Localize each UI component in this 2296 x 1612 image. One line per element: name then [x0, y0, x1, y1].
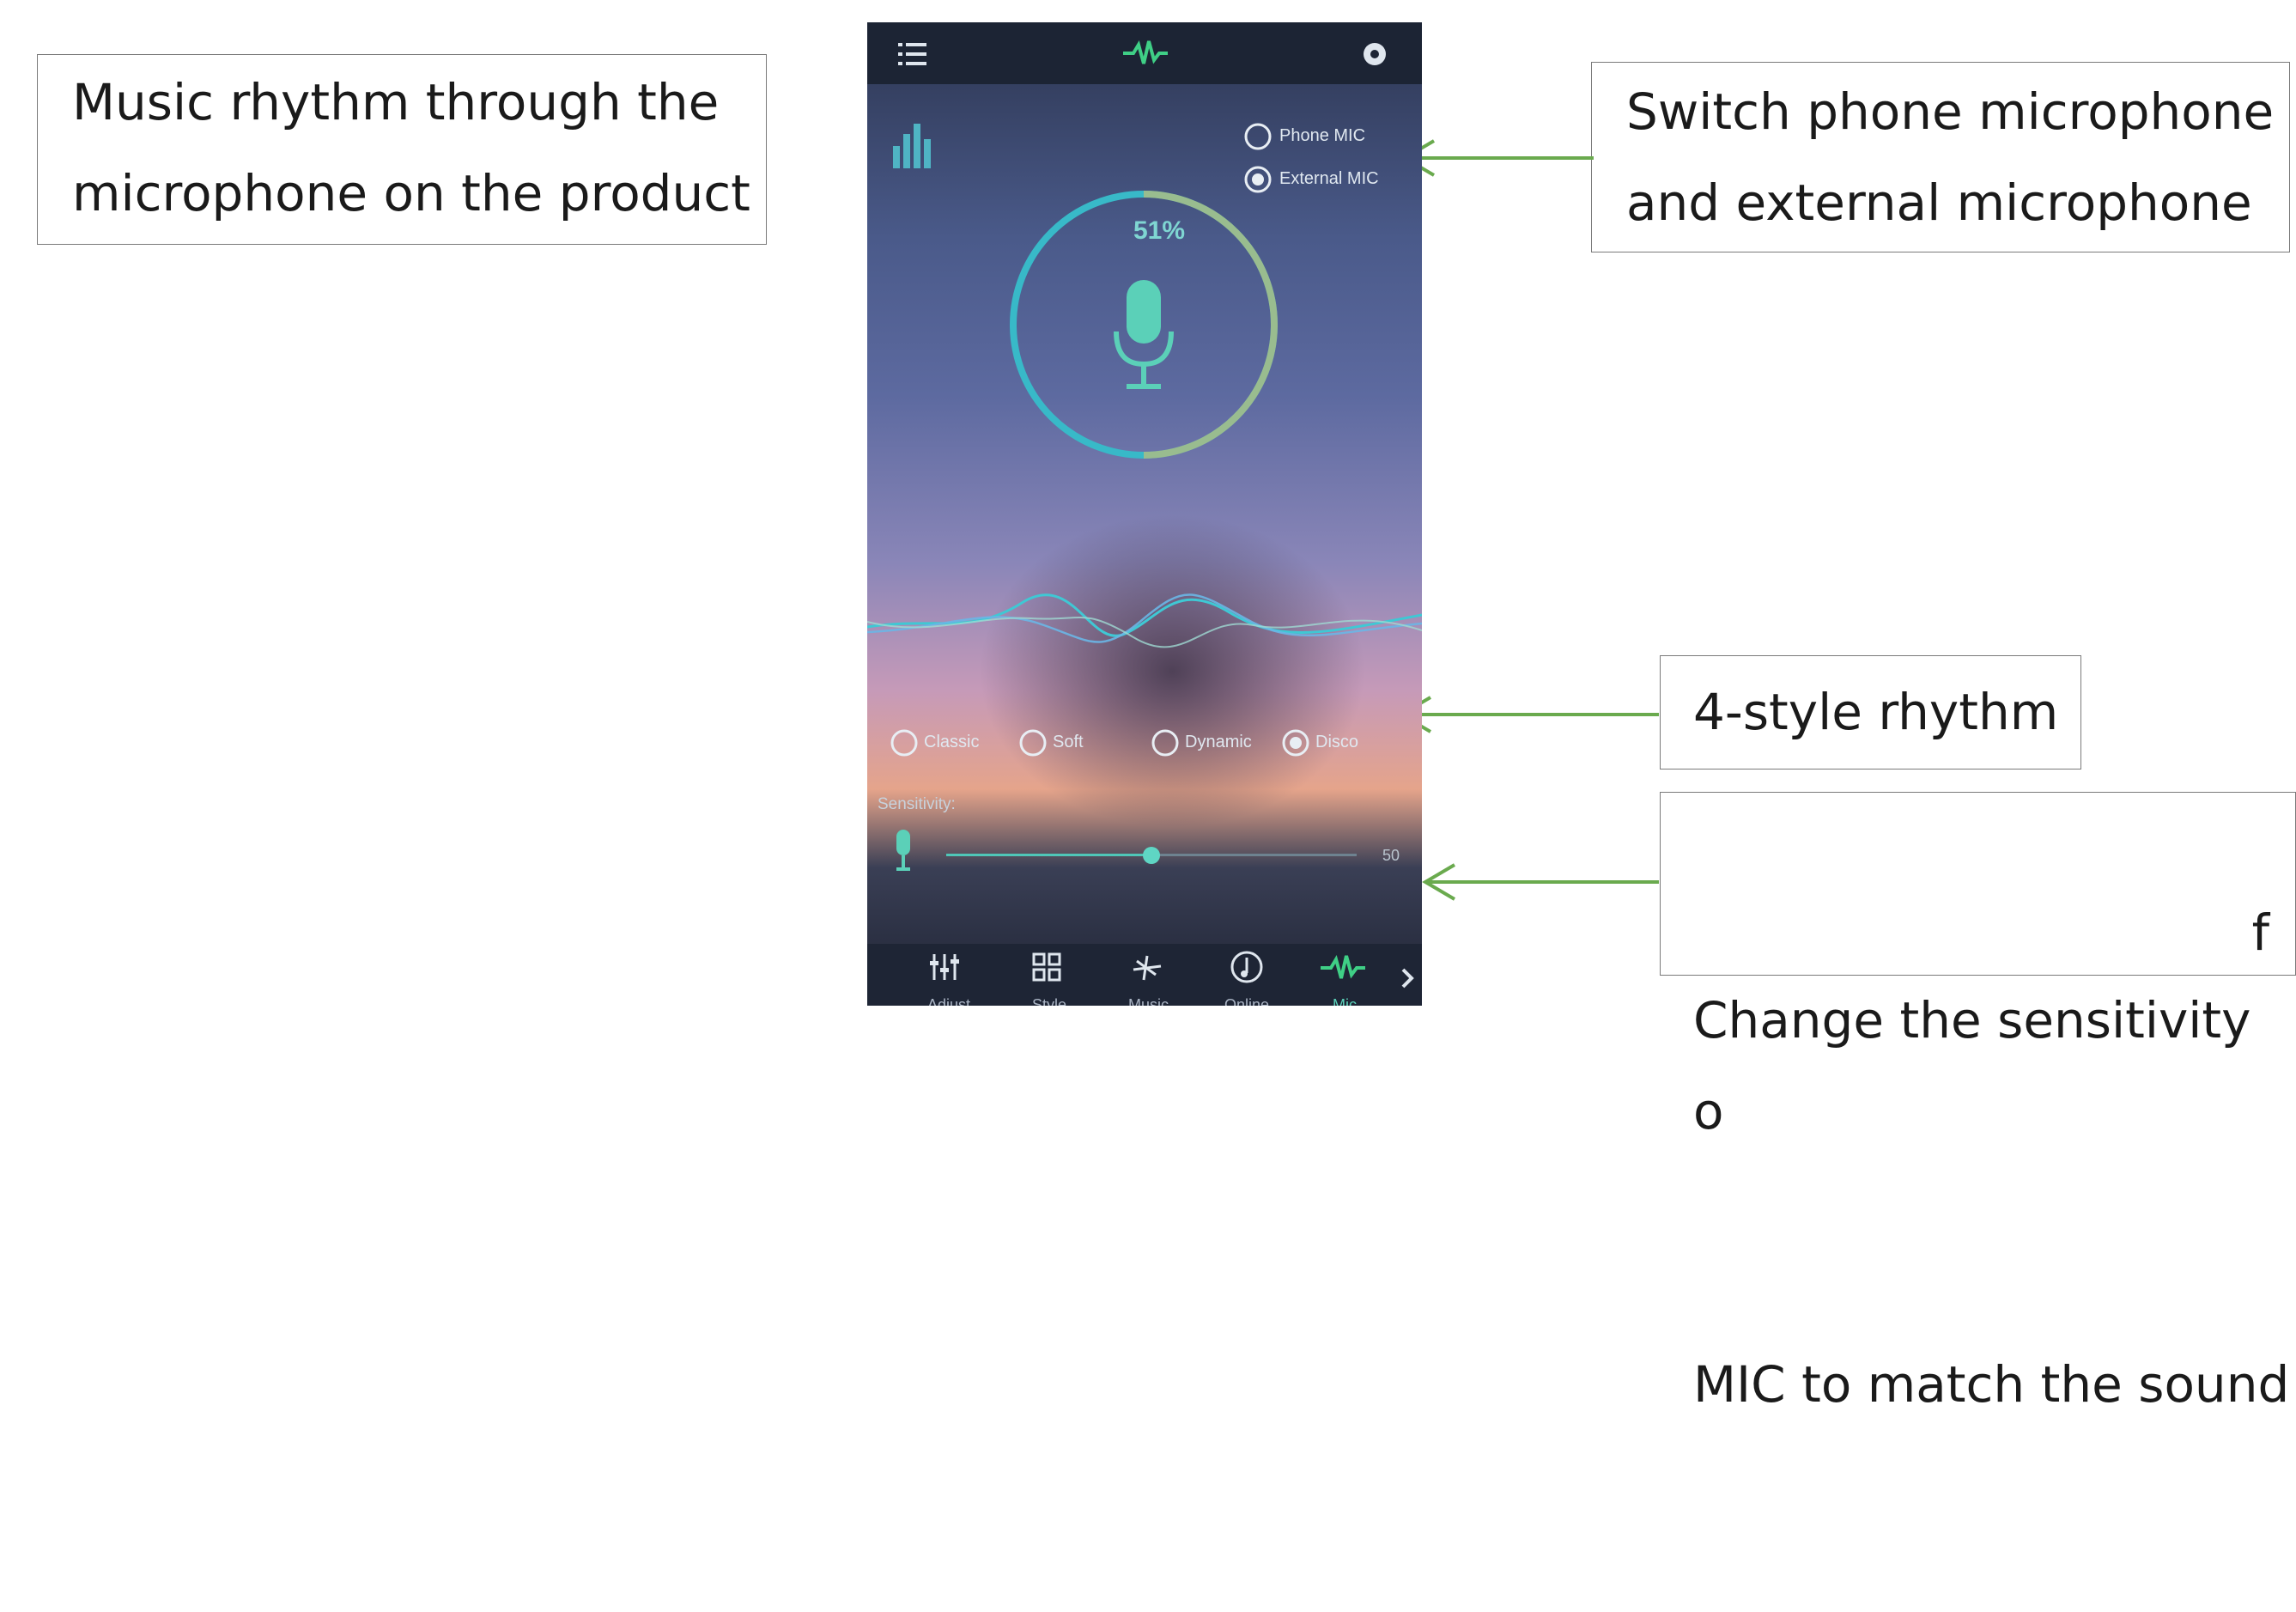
chevron-right-icon[interactable]: [1400, 968, 1417, 988]
callout-sensitivity-line1: Change the sensitivity o: [1693, 991, 2267, 1141]
audio-waveform: [867, 593, 1422, 648]
sensitivity-label: Sensitivity:: [878, 795, 956, 813]
mic-icon: [1114, 280, 1174, 389]
callout-sensitivity-tail: f: [2251, 903, 2269, 962]
arrow-sensitivity: [1422, 863, 1659, 901]
style-classic-radio[interactable]: [890, 728, 919, 757]
sensitivity-value: 50: [1382, 847, 1400, 864]
nav-music-label: Music: [1128, 996, 1169, 1006]
grid-icon: [1032, 952, 1061, 982]
style-classic-label: Classic: [924, 733, 980, 751]
slider-fill: [946, 854, 1151, 856]
nav-mic[interactable]: Mic: [1314, 952, 1374, 1006]
style-dynamic-radio[interactable]: [1151, 728, 1180, 757]
callout-switch-mic: Switch phone microphone and external mic…: [1591, 62, 2290, 252]
sensitivity-mic-icon: [896, 830, 910, 871]
slider-thumb[interactable]: [1143, 847, 1160, 864]
style-dynamic-label: Dynamic: [1185, 733, 1252, 751]
music-icon: [1133, 955, 1162, 981]
nav-mic-label: Mic: [1333, 996, 1357, 1006]
nav-adjust-label: Adjust: [927, 996, 971, 1006]
sliders-icon: [930, 954, 959, 980]
phone-screen: Phone MIC External MIC 51% Classic Soft …: [867, 22, 1422, 1006]
nav-online-label: Online: [1224, 996, 1270, 1006]
nav-music[interactable]: Music: [1118, 952, 1178, 1006]
callout-mic-rhythm: Music rhythm through the microphone on t…: [37, 54, 767, 245]
arrow-styles: [1398, 696, 1659, 733]
bottom-nav: Adjust Style Music Online Mic: [867, 944, 1422, 1006]
style-soft-label: Soft: [1053, 733, 1084, 751]
nav-style[interactable]: Style: [1022, 952, 1073, 1006]
level-percent: 51%: [1133, 216, 1186, 245]
arrow-switch-mic: [1401, 139, 1594, 177]
callout-sensitivity: Change the sensitivity o MIC to match th…: [1660, 792, 2296, 1414]
nav-style-label: Style: [1032, 996, 1067, 1006]
nav-adjust[interactable]: Adjust: [920, 952, 972, 1006]
online-music-icon: [1230, 951, 1263, 983]
style-disco-label: Disco: [1315, 733, 1359, 751]
nav-online[interactable]: Online: [1218, 951, 1278, 1006]
style-disco-radio[interactable]: [1281, 728, 1310, 757]
callout-styles: 4-style rhythm: [1660, 655, 2081, 770]
level-ring: [1010, 191, 1278, 459]
callout-sensitivity-line2: MIC to match the sound: [1693, 1355, 2290, 1414]
mic-wave-icon: [1321, 954, 1365, 979]
style-soft-radio[interactable]: [1018, 728, 1048, 757]
sensitivity-slider[interactable]: [946, 847, 1357, 864]
